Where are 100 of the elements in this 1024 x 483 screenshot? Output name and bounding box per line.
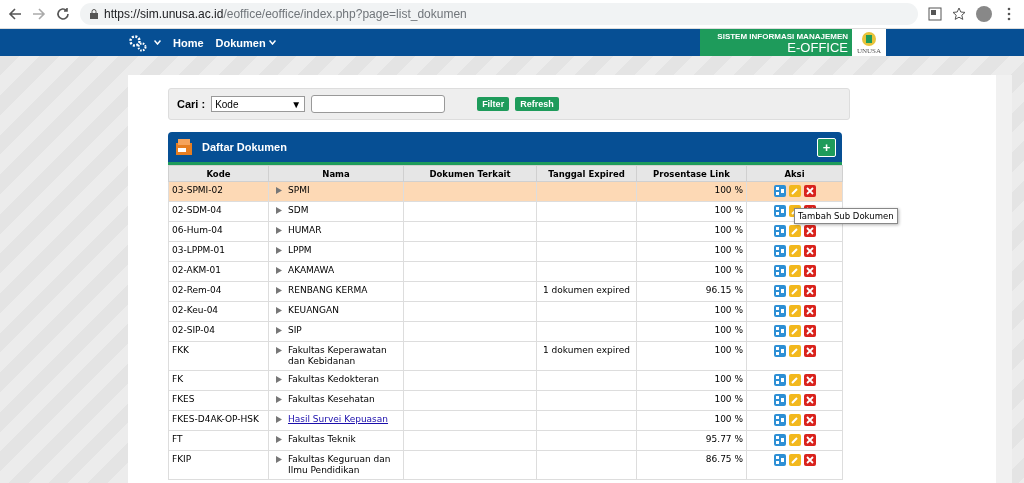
expand-icon[interactable] <box>276 416 282 423</box>
back-icon[interactable] <box>8 7 22 21</box>
table-cell: 02-Keu-04 <box>168 301 269 322</box>
add-sub-button[interactable] <box>773 205 786 217</box>
add-sub-button[interactable] <box>773 374 786 386</box>
add-sub-button[interactable] <box>773 394 786 406</box>
delete-button[interactable] <box>803 414 816 426</box>
cross-icon <box>805 347 814 355</box>
forward-icon[interactable] <box>32 7 46 21</box>
table-row[interactable]: 02-AKM-01 AKAMAWA 100 % <box>168 261 843 282</box>
expand-icon[interactable] <box>276 207 282 214</box>
pencil-icon <box>790 187 799 195</box>
pencil-icon <box>790 416 799 424</box>
add-sub-button[interactable] <box>773 434 786 446</box>
delete-button[interactable] <box>803 374 816 386</box>
table-row[interactable]: 02-Keu-04 KEUANGAN 100 % <box>168 301 843 322</box>
table-cell: FKES <box>168 390 269 411</box>
expand-icon[interactable] <box>276 436 282 443</box>
table-cell: 100 % <box>636 410 747 431</box>
table-cell: 03-LPPM-01 <box>168 241 269 262</box>
delete-button[interactable] <box>803 394 816 406</box>
delete-button[interactable] <box>803 454 816 466</box>
nav-link[interactable]: Dokumen <box>215 36 276 49</box>
delete-button[interactable] <box>803 345 816 357</box>
table-cell: 03-SPMI-02 <box>168 181 269 202</box>
table-cell: 100 % <box>636 241 747 262</box>
expand-icon[interactable] <box>276 327 282 334</box>
document-name: SDM <box>288 205 309 216</box>
delete-button[interactable] <box>803 265 816 277</box>
star-icon[interactable] <box>952 7 966 21</box>
table-cell: 100 % <box>636 201 747 222</box>
reload-icon[interactable] <box>56 7 70 21</box>
blocks-icon <box>775 247 784 255</box>
scrollbar[interactable] <box>996 75 1012 483</box>
blocks-icon <box>775 347 784 355</box>
expand-icon[interactable] <box>276 396 282 403</box>
add-sub-button[interactable] <box>773 285 786 297</box>
profile-avatar[interactable] <box>976 6 992 22</box>
add-sub-button[interactable] <box>773 345 786 357</box>
cross-icon <box>805 227 814 235</box>
cross-icon <box>805 187 814 195</box>
expand-icon[interactable] <box>276 376 282 383</box>
delete-button[interactable] <box>803 434 816 446</box>
field-select[interactable]: Kode ▼ <box>211 96 306 112</box>
document-name: RENBANG KERMA <box>288 285 368 296</box>
blocks-icon <box>775 187 784 195</box>
table-cell: 02-SDM-04 <box>168 201 269 222</box>
document-name: LPPM <box>288 245 312 256</box>
delete-button[interactable] <box>803 305 816 317</box>
document-name: Fakultas Keguruan dan Ilmu Pendidikan <box>288 454 392 476</box>
add-sub-button[interactable] <box>773 185 786 197</box>
table-row[interactable]: 02-SIP-04 SIP 100 % <box>168 321 843 342</box>
expand-icon[interactable] <box>276 227 282 234</box>
expand-icon[interactable] <box>276 187 282 194</box>
delete-button[interactable] <box>803 225 816 237</box>
table-row[interactable]: FK Fakultas Kedokteran 100 % <box>168 370 843 391</box>
expand-icon[interactable] <box>276 247 282 254</box>
add-sub-button[interactable] <box>773 454 786 466</box>
expand-icon[interactable] <box>276 267 282 274</box>
translate-icon[interactable] <box>928 7 942 21</box>
table-row[interactable]: FKES Fakultas Kesehatan 100 % <box>168 390 843 411</box>
expand-icon[interactable] <box>276 456 282 463</box>
add-sub-button[interactable] <box>773 305 786 317</box>
add-sub-button[interactable] <box>773 265 786 277</box>
pencil-icon <box>790 456 799 464</box>
add-button[interactable]: + <box>817 137 836 157</box>
delete-button[interactable] <box>803 185 816 197</box>
add-sub-button[interactable] <box>773 225 786 237</box>
nav-link[interactable]: Home <box>173 36 204 49</box>
table-cell: 100 % <box>636 321 747 342</box>
address-bar[interactable]: https://sim.unusa.ac.id/eoffice/eoffice/index.php?page=list_dokumen <box>80 3 918 25</box>
column-header: Dokumen Terkait <box>403 165 537 182</box>
add-sub-button[interactable] <box>773 245 786 257</box>
delete-button[interactable] <box>803 245 816 257</box>
add-sub-button[interactable] <box>773 325 786 337</box>
chevron-icon[interactable] <box>154 40 161 45</box>
add-sub-button[interactable] <box>773 414 786 426</box>
table-row[interactable]: 03-LPPM-01 LPPM 100 % <box>168 241 843 262</box>
table-row[interactable]: 03-SPMI-02 SPMI 100 % <box>168 181 843 202</box>
table-row[interactable]: FKES-D4AK-OP-HSK Hasil Survei Kepuasan 100 % <box>168 410 843 431</box>
table-row[interactable]: FKIP Fakultas Keguruan dan Ilmu Pendidikan 86.75 % <box>168 450 843 480</box>
table-cell: FKIP <box>168 450 269 480</box>
filter-button[interactable]: Filter <box>477 97 510 111</box>
refresh-button[interactable]: Refresh <box>515 97 559 111</box>
table-row[interactable]: FT Fakultas Teknik 95.77 % <box>168 430 843 451</box>
tooltip: Tambah Sub Dokumen <box>794 208 898 224</box>
delete-button[interactable] <box>803 325 816 337</box>
table-row[interactable]: FKK Fakultas Keperawatan dan Kebidanan 1 dokumen expired 100 % <box>168 341 843 371</box>
delete-button[interactable] <box>803 285 816 297</box>
expand-icon[interactable] <box>276 287 282 294</box>
search-label: Cari : <box>177 98 206 110</box>
gears-icon[interactable] <box>128 33 148 52</box>
table-row[interactable]: 02-Rem-04 RENBANG KERMA 1 dokumen expired 96.15 % <box>168 281 843 302</box>
cross-icon <box>805 327 814 335</box>
blocks-icon <box>775 307 784 315</box>
expand-icon[interactable] <box>276 307 282 314</box>
blocks-icon <box>775 456 784 464</box>
search-field[interactable] <box>311 95 446 113</box>
expand-icon[interactable] <box>276 347 282 354</box>
pencil-icon <box>790 327 799 335</box>
